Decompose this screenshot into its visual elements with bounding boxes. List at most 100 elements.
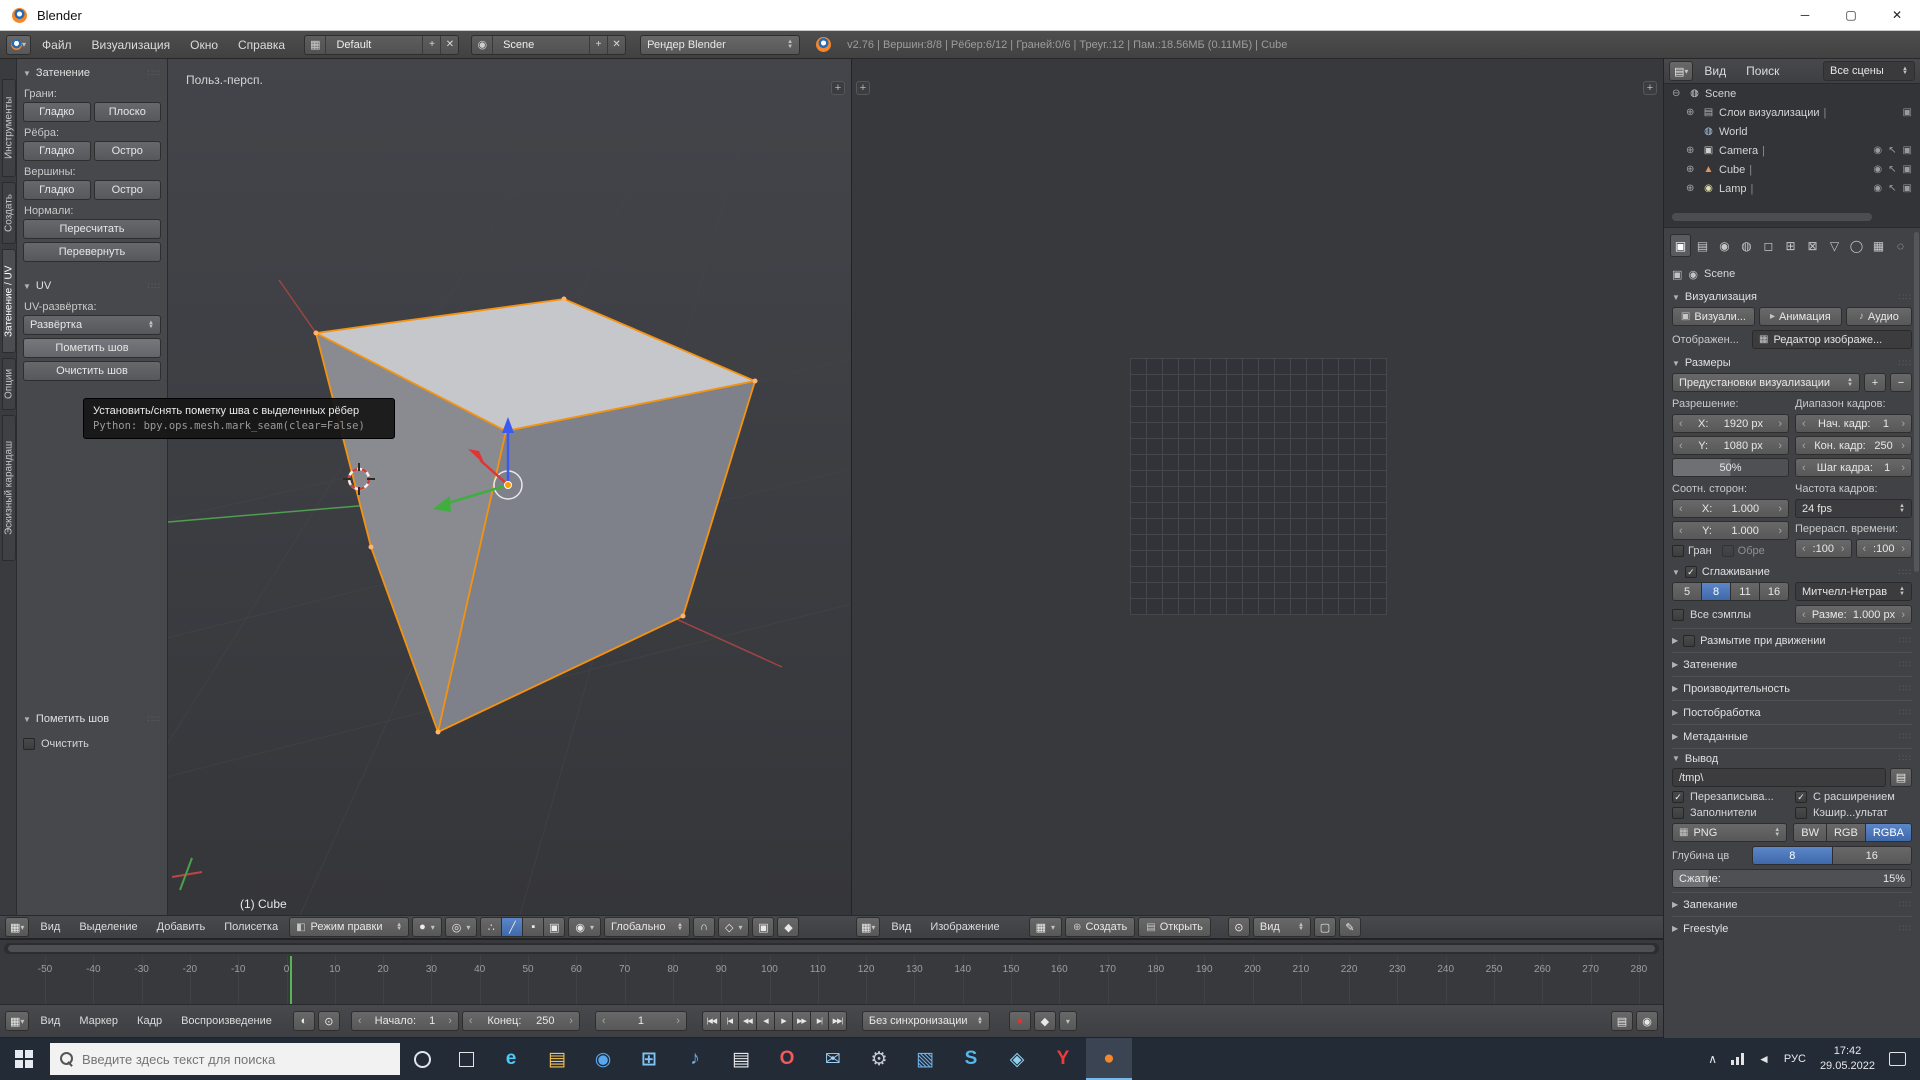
taskbar-app-opera[interactable]: O: [764, 1038, 810, 1080]
menu-view[interactable]: Вид: [883, 916, 919, 938]
uv-snap-button[interactable]: ▢: [1314, 917, 1336, 937]
increment-icon[interactable]: ›: [1901, 440, 1905, 452]
outliner-scrollbar[interactable]: [1672, 213, 1872, 221]
end-frame-field[interactable]: ‹ Конец: 250 ›: [462, 1011, 580, 1031]
aa-size-field[interactable]: ‹ Разме: 1.000 px ›: [1795, 605, 1912, 624]
panel-header-freestyle[interactable]: ▶ Freestyle ∷∷: [1672, 916, 1912, 940]
outliner-row-render-layers[interactable]: ⊕ ▤ Слои визуализации | ▣: [1664, 103, 1920, 122]
color-mode-rgb-button[interactable]: RGB: [1826, 823, 1866, 842]
selectability-icon[interactable]: ↖: [1888, 164, 1896, 175]
render-toggle-icon[interactable]: ▣: [1903, 164, 1912, 175]
editor-type-button[interactable]: ▦▾: [856, 917, 880, 937]
cache-result-checkbox[interactable]: [1795, 807, 1807, 819]
decrement-icon[interactable]: ‹: [1802, 440, 1806, 452]
recalculate-normals-button[interactable]: Пересчитать: [23, 219, 161, 239]
pin-icon[interactable]: ⊙: [1228, 917, 1250, 937]
layout-name[interactable]: Default: [326, 36, 422, 54]
record-button[interactable]: ●: [1009, 1011, 1031, 1031]
timeline-scrollbar-thumb[interactable]: [8, 945, 1655, 952]
properties-tab-physics[interactable]: ◌: [1890, 234, 1911, 257]
properties-tab-object-data[interactable]: ▽: [1824, 234, 1845, 257]
end-frame-field[interactable]: ‹ Кон. кадр: 250 ›: [1795, 436, 1912, 455]
color-mode-bw-button[interactable]: BW: [1793, 823, 1827, 842]
render-toggle-icon[interactable]: ▣: [1903, 107, 1912, 118]
play-button[interactable]: ▶: [774, 1011, 793, 1031]
render-display-dropdown[interactable]: ▦ Редактор изображе...: [1752, 330, 1912, 349]
fast-forward-button[interactable]: ▶▶: [792, 1011, 811, 1031]
clear-seam-button[interactable]: Очистить шов: [23, 361, 161, 381]
decrement-icon[interactable]: ‹: [469, 1015, 473, 1027]
faces-flat-button[interactable]: Плоско: [94, 102, 162, 122]
menu-help[interactable]: Справка: [229, 31, 294, 58]
visibility-eye-icon[interactable]: ◉: [1873, 183, 1882, 194]
visibility-eye-icon[interactable]: ◉: [1873, 145, 1882, 156]
scene-browse-icon[interactable]: ◉: [472, 36, 493, 54]
depth-8-button[interactable]: 8: [1752, 846, 1833, 865]
outliner-row-camera[interactable]: ⊕ ▣ Camera | ◉ ↖ ▣: [1664, 141, 1920, 160]
panel-header-render[interactable]: ▼ Визуализация ∷∷: [1672, 287, 1912, 307]
resolution-x-field[interactable]: ‹ X: 1920 px ›: [1672, 414, 1789, 433]
decrement-icon[interactable]: ‹: [1802, 543, 1806, 555]
faces-smooth-button[interactable]: Гладко: [23, 102, 91, 122]
color-mode-rgba-button[interactable]: RGBA: [1865, 823, 1912, 842]
aa-filter-dropdown[interactable]: Митчелл-Нетрав ▲▼: [1795, 582, 1912, 601]
increment-icon[interactable]: ›: [1901, 418, 1905, 430]
menu-select[interactable]: Выделение: [71, 916, 145, 938]
taskbar-search[interactable]: [50, 1043, 400, 1075]
aa-samples-11-button[interactable]: 11: [1730, 582, 1760, 601]
mark-seam-button[interactable]: Пометить шов: [23, 338, 161, 358]
decrement-icon[interactable]: ‹: [1802, 418, 1806, 430]
close-button[interactable]: ✕: [1874, 0, 1920, 30]
panel-header-output[interactable]: ▼ Вывод ∷∷: [1672, 748, 1912, 768]
region-toggle-plus-icon[interactable]: +: [1643, 81, 1657, 95]
output-path-field[interactable]: /tmp\: [1672, 768, 1886, 787]
file-extensions-checkbox[interactable]: ✓: [1795, 791, 1807, 803]
maximize-button[interactable]: ▢: [1828, 0, 1874, 30]
face-select-button[interactable]: ▪: [522, 917, 544, 937]
editor-type-button[interactable]: ▾: [6, 35, 31, 55]
start-frame-field[interactable]: ‹ Нач. кадр: 1 ›: [1795, 414, 1912, 433]
uv-view-dropdown[interactable]: Вид ▲▼: [1253, 917, 1311, 937]
menu-file[interactable]: Файл: [33, 31, 81, 58]
panel-header-shading[interactable]: ▼ Затенение ∷∷: [23, 63, 161, 83]
layers-icon[interactable]: ▤: [1611, 1011, 1633, 1031]
start-frame-field[interactable]: ‹ Начало: 1 ›: [351, 1011, 459, 1031]
taskbar-app-settings[interactable]: ⚙: [856, 1038, 902, 1080]
taskbar-app-chrome[interactable]: ◉: [580, 1038, 626, 1080]
properties-tab-object[interactable]: ◻: [1758, 234, 1779, 257]
verts-smooth-button[interactable]: Гладко: [23, 180, 91, 200]
preset-remove-button[interactable]: −: [1890, 373, 1912, 392]
increment-icon[interactable]: ›: [676, 1015, 680, 1027]
current-frame-field[interactable]: ‹ 1 ›: [595, 1011, 687, 1031]
clear-checkbox[interactable]: [23, 738, 35, 750]
render-animation-button[interactable]: ▸ Анимация: [1759, 307, 1842, 326]
render-toggle-icon[interactable]: ▣: [1903, 145, 1912, 156]
full-sample-checkbox[interactable]: [1672, 609, 1684, 621]
increment-icon[interactable]: ›: [1778, 525, 1782, 537]
taskbar-app-document[interactable]: ▤: [718, 1038, 764, 1080]
expand-icon[interactable]: ⊕: [1686, 164, 1698, 175]
properties-tab-constraints[interactable]: ⊞: [1780, 234, 1801, 257]
panel-header-metadata[interactable]: ▶ Метаданные ∷∷: [1672, 724, 1912, 748]
depth-16-button[interactable]: 16: [1832, 846, 1913, 865]
aspect-x-field[interactable]: ‹ X: 1.000 ›: [1672, 499, 1789, 518]
aa-samples-5-button[interactable]: 5: [1672, 582, 1702, 601]
menu-marker[interactable]: Маркер: [71, 1005, 126, 1037]
remap-old-field[interactable]: ‹ :100 ›: [1795, 539, 1852, 558]
panel-header-antialiasing[interactable]: ▼ ✓ Сглаживание ∷∷: [1672, 562, 1912, 582]
decrement-icon[interactable]: ‹: [1802, 462, 1806, 474]
preset-add-button[interactable]: +: [1864, 373, 1886, 392]
increment-icon[interactable]: ›: [1778, 503, 1782, 515]
properties-tab-texture[interactable]: ▦: [1868, 234, 1889, 257]
viewport-shading-dropdown[interactable]: ●▾: [412, 917, 442, 937]
hidden-icons-chevron-icon[interactable]: ∧: [1708, 1052, 1717, 1066]
properties-tab-modifiers[interactable]: ⊠: [1802, 234, 1823, 257]
increment-icon[interactable]: ›: [448, 1015, 452, 1027]
layout-browse-icon[interactable]: ▦: [305, 36, 326, 54]
mode-dropdown[interactable]: ◧ Режим правки ▲▼: [289, 917, 409, 937]
editor-type-button[interactable]: ▤▾: [1669, 61, 1693, 81]
volume-icon[interactable]: ◄: [1758, 1052, 1770, 1066]
compression-slider[interactable]: Сжатие: 15%: [1672, 869, 1912, 888]
decrement-icon[interactable]: ‹: [1679, 440, 1683, 452]
layout-delete-button[interactable]: ✕: [440, 36, 458, 54]
